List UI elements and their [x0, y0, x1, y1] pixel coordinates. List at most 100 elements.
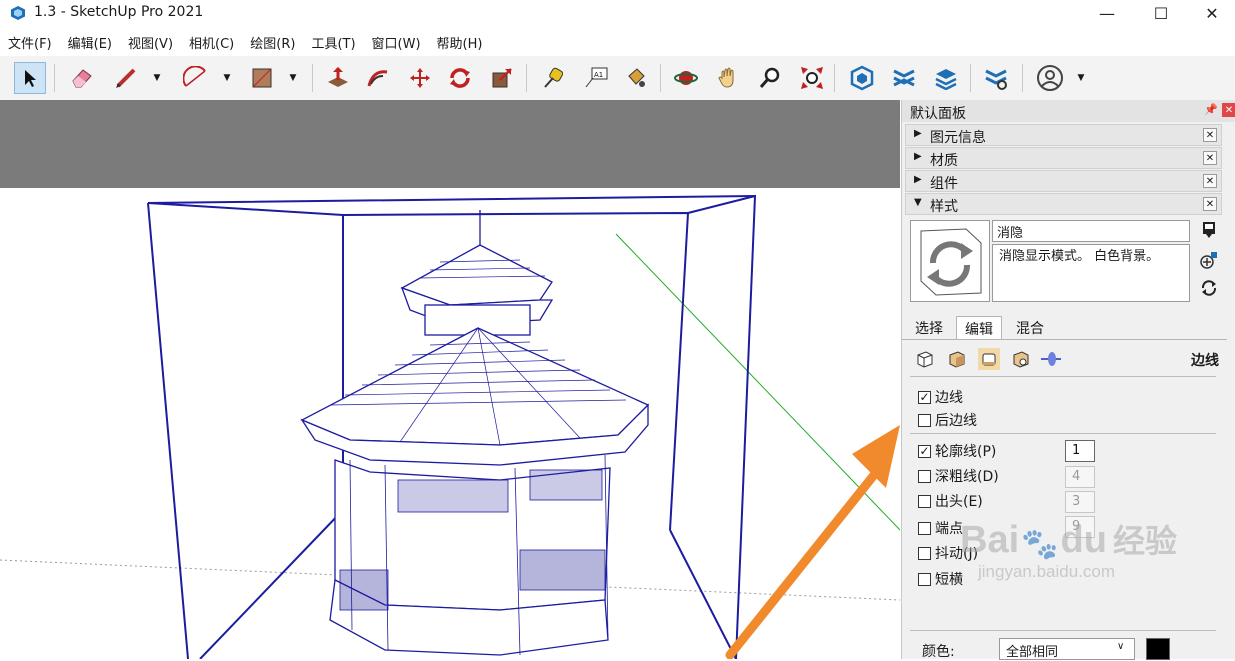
- toolbar-separator: [834, 64, 835, 92]
- text-tool-button[interactable]: A1: [580, 62, 612, 94]
- orbit-icon: [674, 71, 698, 85]
- magnifier-icon: [759, 67, 780, 88]
- 3d-viewport[interactable]: [0, 100, 900, 659]
- rectangle-tool-button[interactable]: [246, 62, 278, 94]
- line-tool-dropdown[interactable]: ▼: [150, 62, 164, 94]
- option-label: 边线: [935, 390, 963, 406]
- account-button[interactable]: [1034, 62, 1066, 94]
- chevron-down-icon[interactable]: ∨: [1117, 641, 1124, 652]
- tab-edit[interactable]: 编辑: [956, 316, 1002, 340]
- tab-select[interactable]: 选择: [907, 316, 951, 340]
- toolbar-separator: [54, 64, 55, 92]
- arc-tool-dropdown[interactable]: ▼: [220, 62, 234, 94]
- pencil-icon: [116, 68, 136, 88]
- follow-me-tool-button[interactable]: [362, 62, 394, 94]
- panel-entity-info-header[interactable]: ▶ 图元信息 ✕: [905, 124, 1222, 146]
- edge-settings-icon[interactable]: [914, 348, 936, 370]
- menu-view[interactable]: 视图(V): [120, 30, 181, 54]
- divider: [910, 433, 1216, 434]
- extension-manager-button[interactable]: [980, 62, 1012, 94]
- extension-warehouse-button[interactable]: [888, 62, 920, 94]
- arc-tool-button[interactable]: [180, 62, 212, 94]
- modeling-settings-icon[interactable]: [1040, 348, 1062, 370]
- pin-icon[interactable]: 📌: [1204, 103, 1218, 116]
- 3d-warehouse-button[interactable]: [846, 62, 878, 94]
- background-settings-icon[interactable]: [978, 348, 1000, 370]
- option-edges[interactable]: ✓ 边线: [918, 387, 963, 407]
- style-thumbnail: [910, 220, 990, 302]
- minimize-button[interactable]: —: [1084, 0, 1130, 26]
- depth-cue-checkbox[interactable]: [918, 469, 931, 483]
- push-pull-tool-button[interactable]: [322, 62, 354, 94]
- dashes-checkbox[interactable]: [918, 572, 931, 586]
- account-dropdown[interactable]: ▼: [1074, 62, 1088, 94]
- style-name-input[interactable]: 消隐: [992, 220, 1190, 242]
- watermark-settings-icon[interactable]: [1010, 348, 1032, 370]
- style-preview-icon: [920, 228, 982, 296]
- option-label: 轮廓线(P): [935, 444, 997, 460]
- option-endpoints[interactable]: 端点: [918, 518, 963, 538]
- extension-checkbox[interactable]: [918, 494, 931, 508]
- menu-help[interactable]: 帮助(H): [429, 30, 491, 54]
- sketchup-logo-icon: [11, 6, 25, 20]
- tab-mix[interactable]: 混合: [1008, 316, 1052, 340]
- rotate-tool-button[interactable]: [444, 62, 476, 94]
- zoom-tool-button[interactable]: [754, 62, 786, 94]
- option-back-edges[interactable]: 后边线: [918, 410, 977, 430]
- panel-close-icon[interactable]: ✕: [1203, 197, 1217, 211]
- option-dashes[interactable]: 短横: [918, 569, 963, 589]
- profiles-width-input[interactable]: 1: [1065, 440, 1095, 462]
- tray-title-bar: 默认面板 📌 ✕: [902, 100, 1235, 122]
- paint-bucket-tool-button[interactable]: [620, 62, 652, 94]
- color-mode-select[interactable]: 全部相同: [999, 638, 1135, 660]
- menu-file[interactable]: 文件(F): [0, 30, 60, 54]
- toolbar-separator: [660, 64, 661, 92]
- pan-tool-button[interactable]: [712, 62, 744, 94]
- menu-camera[interactable]: 相机(C): [181, 30, 242, 54]
- face-settings-icon[interactable]: [946, 348, 968, 370]
- panel-close-icon[interactable]: ✕: [1203, 174, 1217, 188]
- save-style-icon[interactable]: [1199, 220, 1219, 240]
- menu-draw[interactable]: 绘图(R): [242, 30, 303, 54]
- expand-arrow-icon: ▶: [914, 174, 922, 185]
- menu-window[interactable]: 窗口(W): [364, 30, 429, 54]
- profiles-checkbox[interactable]: ✓: [918, 444, 931, 458]
- line-tool-button[interactable]: [110, 62, 142, 94]
- layerout-button[interactable]: [930, 62, 962, 94]
- eraser-tool-button[interactable]: [66, 62, 98, 94]
- create-style-icon[interactable]: [1199, 250, 1219, 270]
- panel-close-icon[interactable]: ✕: [1203, 128, 1217, 142]
- panel-materials-header[interactable]: ▶ 材质 ✕: [905, 147, 1222, 169]
- option-depth-cue[interactable]: 深粗线(D): [918, 466, 999, 486]
- style-description[interactable]: 消隐显示模式。 白色背景。: [992, 244, 1190, 302]
- move-tool-button[interactable]: [404, 62, 436, 94]
- jitter-checkbox[interactable]: [918, 546, 931, 560]
- back-edges-checkbox[interactable]: [918, 413, 931, 427]
- tape-measure-tool-button[interactable]: [538, 62, 570, 94]
- edge-color-swatch[interactable]: [1146, 638, 1170, 660]
- update-style-icon[interactable]: [1199, 278, 1219, 298]
- panel-components-header[interactable]: ▶ 组件 ✕: [905, 170, 1222, 192]
- title-bar: 1.3 - SketchUp Pro 2021 — ☐ ✕: [0, 0, 1235, 26]
- menu-edit[interactable]: 编辑(E): [60, 30, 120, 54]
- arrow-cursor-icon: [25, 70, 36, 87]
- panel-styles-header[interactable]: ▼ 样式 ✕: [905, 193, 1222, 215]
- endpoints-checkbox[interactable]: [918, 521, 931, 535]
- option-extension[interactable]: 出头(E): [918, 491, 983, 511]
- rectangle-tool-dropdown[interactable]: ▼: [286, 62, 300, 94]
- close-button[interactable]: ✕: [1189, 0, 1235, 26]
- edges-checkbox[interactable]: ✓: [918, 390, 931, 404]
- extension-warehouse-icon: [893, 69, 915, 87]
- orbit-tool-button[interactable]: [670, 62, 702, 94]
- orange-arrow-annotation: [725, 425, 900, 659]
- menu-tools[interactable]: 工具(T): [303, 30, 363, 54]
- zoom-extents-tool-button[interactable]: [796, 62, 828, 94]
- arc-icon: [183, 66, 206, 87]
- select-tool-button[interactable]: [14, 62, 46, 94]
- scale-tool-button[interactable]: [486, 62, 518, 94]
- tray-close-icon[interactable]: ✕: [1222, 103, 1235, 117]
- option-profiles[interactable]: ✓ 轮廓线(P): [918, 441, 996, 461]
- panel-close-icon[interactable]: ✕: [1203, 151, 1217, 165]
- tape-measure-icon: [544, 67, 564, 88]
- maximize-button[interactable]: ☐: [1138, 0, 1184, 26]
